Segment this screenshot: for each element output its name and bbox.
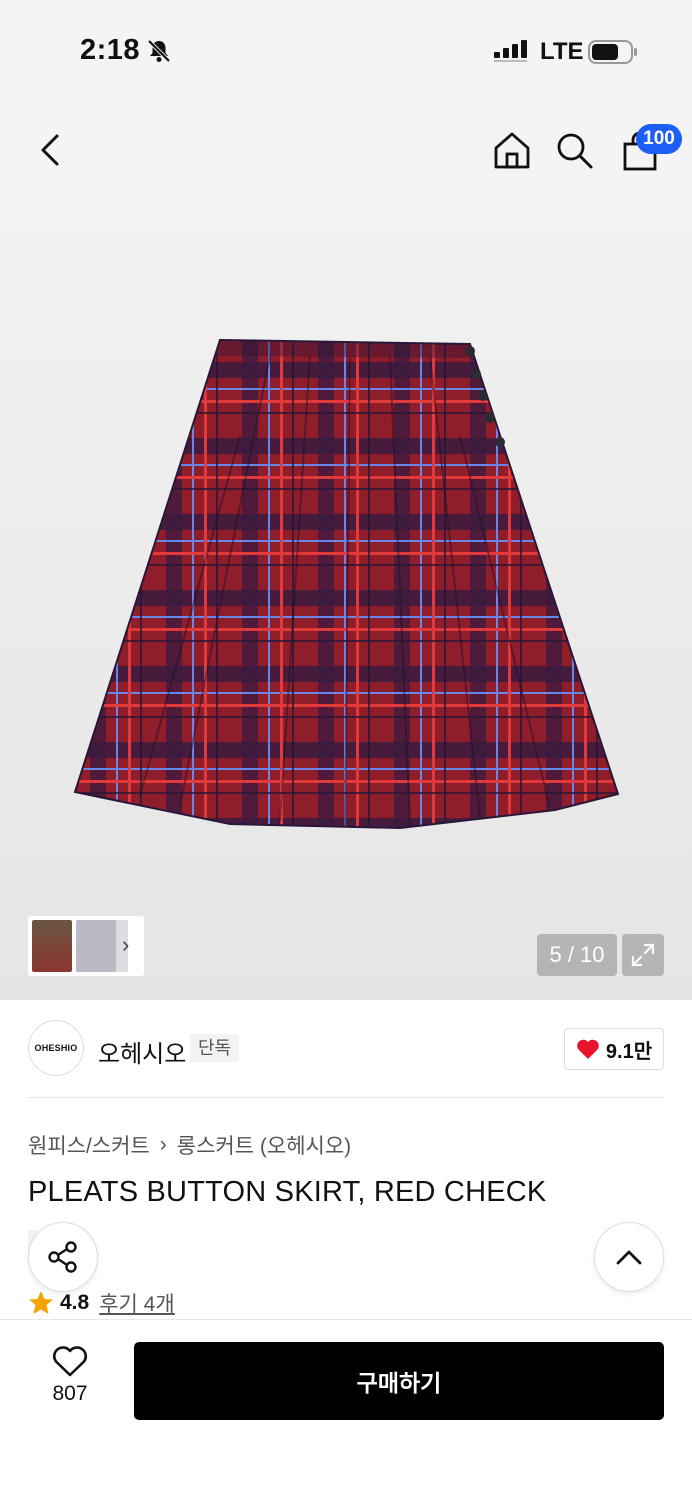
scroll-to-top-button[interactable] bbox=[594, 1222, 664, 1292]
thumbnail-strip[interactable]: › bbox=[28, 916, 144, 976]
thumbnail-1 bbox=[32, 920, 72, 972]
brand-name[interactable]: 오헤시오 bbox=[98, 1034, 186, 1069]
product-title: PLEATS BUTTON SKIRT, RED CHECK bbox=[28, 1176, 547, 1208]
brand-exclusive-tag: 단독 bbox=[190, 1034, 240, 1062]
breadcrumb: 원피스/스커트 › 롱스커트 (오헤시오) bbox=[28, 1130, 351, 1160]
brand-like-button[interactable]: 9.1만 bbox=[564, 1028, 664, 1070]
share-button[interactable] bbox=[28, 1222, 98, 1292]
status-time: 2:18 bbox=[80, 34, 141, 66]
review-link[interactable]: 후기 4개 bbox=[99, 1288, 174, 1318]
chevron-up-icon bbox=[616, 1250, 642, 1265]
breadcrumb-separator-icon: › bbox=[159, 1133, 167, 1156]
expand-button[interactable] bbox=[622, 934, 664, 976]
heart-outline-icon bbox=[53, 1346, 87, 1377]
bell-off-icon bbox=[146, 38, 172, 69]
breadcrumb-subcategory[interactable]: 롱스커트 (오헤시오) bbox=[177, 1130, 351, 1160]
thumbnail-chevron-icon: › bbox=[122, 932, 130, 957]
rating-row: 4.8 후기 4개 bbox=[28, 1288, 175, 1318]
buy-button[interactable]: 구매하기 bbox=[134, 1342, 664, 1420]
star-icon bbox=[29, 1291, 53, 1314]
product-image-gallery[interactable]: › 5 / 10 bbox=[0, 196, 692, 1000]
wishlist-button[interactable]: 807 bbox=[30, 1346, 110, 1416]
battery-icon bbox=[588, 40, 638, 69]
brand-like-count: 9.1만 bbox=[605, 1040, 653, 1063]
signal-icon bbox=[494, 40, 530, 67]
product-photo bbox=[73, 338, 620, 830]
bottom-action-bar: 807 구매하기 bbox=[0, 1319, 692, 1500]
page-counter: 5 / 10 bbox=[537, 934, 617, 976]
home-button[interactable] bbox=[488, 126, 536, 174]
back-button[interactable] bbox=[26, 126, 74, 174]
search-button[interactable] bbox=[550, 126, 598, 174]
network-label: LTE bbox=[540, 38, 584, 65]
share-icon bbox=[48, 1241, 77, 1273]
breadcrumb-category[interactable]: 원피스/스커트 bbox=[28, 1130, 150, 1160]
thumbnail-2 bbox=[76, 920, 116, 972]
nav-bar bbox=[0, 100, 692, 196]
brand-row: OHESHIO 오헤시오 단독 9.1만 bbox=[0, 1000, 692, 1098]
rating-value: 4.8 bbox=[60, 1291, 90, 1314]
expand-icon bbox=[631, 943, 655, 967]
home-icon bbox=[494, 132, 530, 169]
divider bbox=[28, 1097, 664, 1098]
cart-count-badge: 100 bbox=[636, 124, 682, 154]
wishlist-count: 807 bbox=[52, 1382, 88, 1405]
back-icon bbox=[41, 134, 59, 166]
heart-icon bbox=[577, 1039, 599, 1059]
search-icon bbox=[557, 133, 593, 169]
brand-logo[interactable]: OHESHIO bbox=[28, 1020, 84, 1076]
status-bar: 2:18 LTE bbox=[0, 0, 692, 100]
